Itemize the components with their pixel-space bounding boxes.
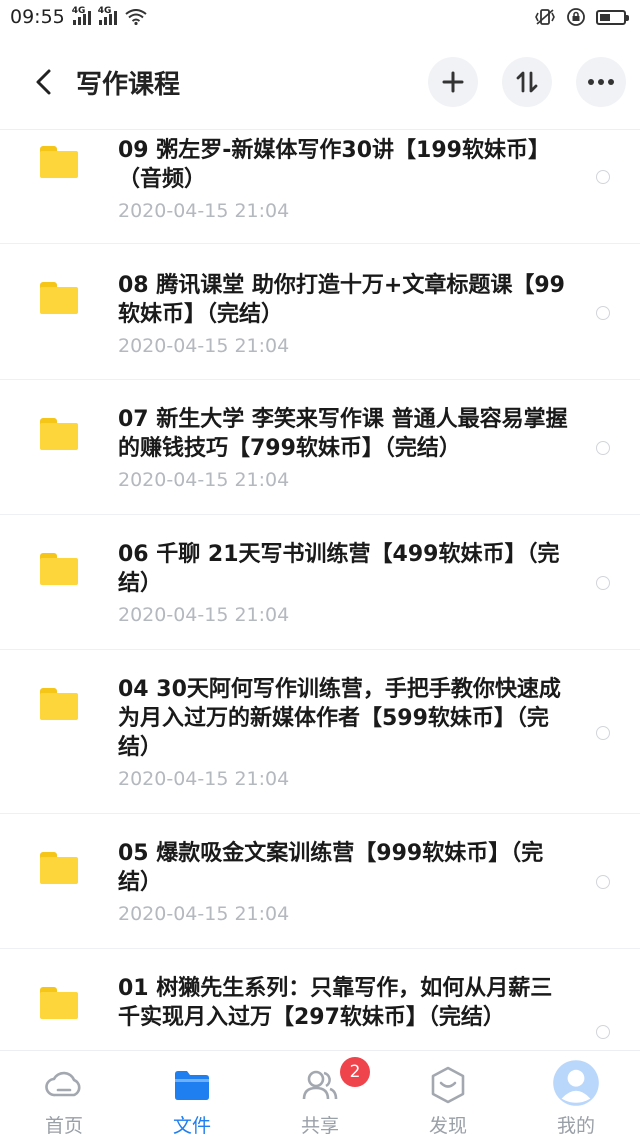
page-title: 写作课程 [76, 69, 181, 100]
folder-icon [40, 418, 78, 450]
nav-home-label: 首页 [44, 1115, 83, 1137]
select-radio[interactable] [596, 875, 610, 889]
file-date: 2020-04-15 21:04 [118, 469, 290, 491]
file-row[interactable]: 07 新生大学 李笑来写作课 普通人最容易掌握的赚钱技巧【799软妹币】（完结）… [0, 381, 640, 515]
file-row[interactable]: 08 腾讯课堂 助你打造十万+文章标题课【99软妹币】（完结） 2020-04-… [0, 245, 640, 380]
select-radio[interactable] [596, 726, 610, 740]
file-name: 01 树獭先生系列：只靠写作，如何从月薪三千实现月入过万【297软妹币】（完结） [118, 976, 553, 1030]
folder-icon [175, 1071, 209, 1100]
file-list[interactable]: 09 粥左罗-新媒体写作30讲【199软妹币】（音频） 2020-04-15 2… [0, 130, 640, 1050]
file-date: 2020-04-15 21:04 [118, 335, 290, 357]
file-name: 05 爆款吸金文案训练营【999软妹币】（完结） [118, 841, 544, 895]
folder-icon [40, 688, 78, 720]
select-radio[interactable] [596, 576, 610, 590]
wifi-icon [125, 9, 147, 25]
add-button[interactable] [428, 57, 478, 107]
discover-icon [431, 1066, 465, 1104]
plus-icon [442, 71, 464, 93]
file-name: 08 腾讯课堂 助你打造十万+文章标题课【99软妹币】（完结） [118, 273, 565, 327]
nav-files[interactable]: 文件 [128, 1051, 256, 1139]
select-radio[interactable] [596, 441, 610, 455]
share-badge: 2 [340, 1057, 370, 1087]
file-date: 2020-04-15 21:04 [118, 768, 290, 790]
status-bar: 09:55 4G 4G [0, 0, 640, 34]
file-row[interactable]: 09 粥左罗-新媒体写作30讲【199软妹币】（音频） 2020-04-15 2… [0, 130, 640, 244]
sort-button[interactable] [502, 57, 552, 107]
file-name: 07 新生大学 李笑来写作课 普通人最容易掌握的赚钱技巧【799软妹币】（完结） [118, 407, 568, 461]
more-button[interactable] [576, 57, 626, 107]
file-row[interactable]: 01 树獭先生系列：只靠写作，如何从月薪三千实现月入过万【297软妹币】（完结） [0, 950, 640, 1050]
nav-files-label: 文件 [172, 1115, 211, 1137]
nav-discover-label: 发现 [428, 1115, 467, 1137]
nav-home[interactable]: 首页 [0, 1051, 128, 1139]
file-name: 06 千聊 21天写书训练营【499软妹币】（完结） [118, 542, 560, 596]
select-radio[interactable] [596, 306, 610, 320]
more-icon [588, 79, 614, 85]
file-row[interactable]: 05 爆款吸金文案训练营【999软妹币】（完结） 2020-04-15 21:0… [0, 815, 640, 949]
nav-mine-label: 我的 [556, 1115, 595, 1137]
file-name: 04 30天阿何写作训练营，手把手教你快速成为月入过万的新媒体作者【599软妹币… [118, 677, 561, 760]
vibrate-icon [535, 9, 555, 25]
signal-icon: 4G [72, 6, 91, 25]
chevron-left-icon [36, 69, 51, 95]
file-date: 2020-04-15 21:04 [118, 903, 290, 925]
folder-icon [40, 553, 78, 585]
nav-discover[interactable]: 发现 [384, 1051, 512, 1139]
file-date: 2020-04-15 21:04 [118, 200, 290, 222]
cloud-icon [45, 1071, 81, 1097]
select-radio[interactable] [596, 1025, 610, 1039]
folder-icon [40, 146, 78, 178]
people-icon [302, 1070, 338, 1100]
file-date: 2020-04-15 21:04 [118, 604, 290, 626]
app-header: 写作课程 [0, 34, 640, 130]
nav-share[interactable]: 2 共享 [256, 1051, 384, 1139]
rotation-lock-icon [567, 8, 585, 26]
avatar-icon [553, 1060, 599, 1106]
select-radio[interactable] [596, 170, 610, 184]
bottom-nav: 首页 文件 2 共享 发现 我的 [0, 1050, 640, 1138]
signal-icon-2: 4G [98, 6, 117, 25]
battery-icon [596, 9, 629, 25]
file-row[interactable]: 06 千聊 21天写书训练营【499软妹币】（完结） 2020-04-15 21… [0, 516, 640, 650]
folder-icon [40, 987, 78, 1019]
file-name: 09 粥左罗-新媒体写作30讲【199软妹币】（音频） [118, 138, 550, 192]
folder-icon [40, 852, 78, 884]
nav-mine[interactable]: 我的 [512, 1051, 640, 1139]
sort-icon [516, 71, 538, 93]
status-time: 09:55 [10, 6, 65, 28]
nav-share-label: 共享 [300, 1115, 339, 1137]
folder-icon [40, 282, 78, 314]
back-button[interactable] [28, 62, 58, 102]
file-row[interactable]: 04 30天阿何写作训练营，手把手教你快速成为月入过万的新媒体作者【599软妹币… [0, 651, 640, 814]
